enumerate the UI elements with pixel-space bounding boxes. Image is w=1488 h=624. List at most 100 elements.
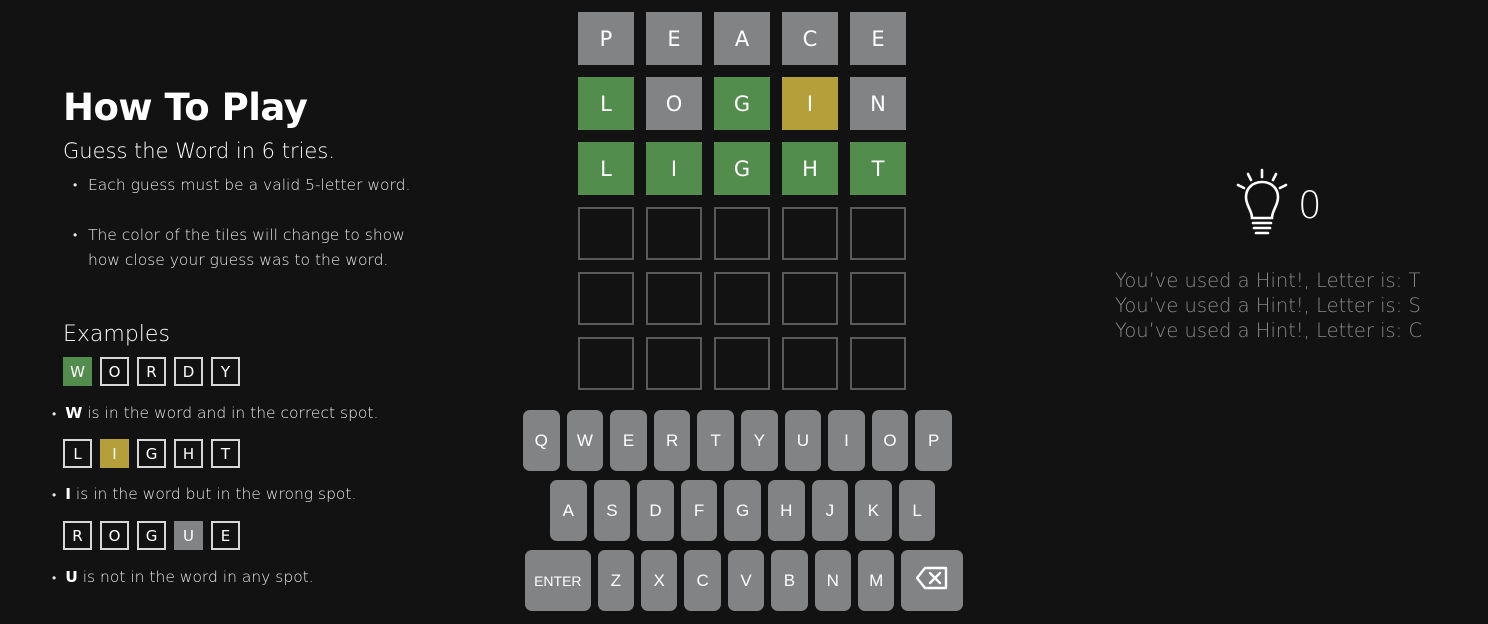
example-tile: O <box>100 521 129 550</box>
board-tile <box>850 337 906 390</box>
how-to-play-title: How To Play <box>63 86 308 129</box>
board-tile <box>714 207 770 260</box>
hint-log-entry: You’ve used a Hint!, Letter is: S <box>1115 294 1421 317</box>
board-row <box>578 337 906 390</box>
board-row: PEACE <box>578 12 906 65</box>
board-tile: O <box>646 77 702 130</box>
board-tile <box>714 272 770 325</box>
key-z[interactable]: Z <box>597 550 635 611</box>
example-tile: G <box>137 521 166 550</box>
enter-key[interactable]: ENTER <box>525 550 591 611</box>
key-s[interactable]: S <box>593 480 631 541</box>
example-tile: T <box>211 439 240 468</box>
example-tile: Y <box>211 357 240 386</box>
how-to-play-panel: How To Play Guess the Word in 6 tries. E… <box>63 86 443 273</box>
key-a[interactable]: A <box>550 480 587 541</box>
board-tile: I <box>646 142 702 195</box>
example-desc-correct: • W is in the word and in the correct spo… <box>52 404 379 422</box>
board-row <box>578 272 906 325</box>
key-j[interactable]: J <box>811 480 849 541</box>
board-tile: C <box>782 12 838 65</box>
example-key-letter: I <box>65 485 71 503</box>
example-desc-present: • I is in the word but in the wrong spot. <box>52 485 357 503</box>
board-tile: G <box>714 142 770 195</box>
backspace-key[interactable] <box>901 550 964 611</box>
keyboard-row: ASDFGHJKL <box>550 480 963 541</box>
how-to-play-subtitle: Guess the Word in 6 tries. <box>63 139 335 163</box>
key-d[interactable]: D <box>637 480 674 541</box>
key-f[interactable]: F <box>680 480 718 541</box>
key-q[interactable]: Q <box>523 410 560 471</box>
example-tile: O <box>100 357 129 386</box>
board-row: LOGIN <box>578 77 906 130</box>
key-h[interactable]: H <box>767 480 805 541</box>
key-u[interactable]: U <box>784 410 822 471</box>
key-g[interactable]: G <box>724 480 761 541</box>
example-tile: E <box>211 521 240 550</box>
key-o[interactable]: O <box>871 410 909 471</box>
key-p[interactable]: P <box>915 410 952 471</box>
key-c[interactable]: C <box>684 550 721 611</box>
key-y[interactable]: Y <box>740 410 778 471</box>
example-tile: I <box>100 439 129 468</box>
board-tile <box>850 272 906 325</box>
board-tile: L <box>578 77 634 130</box>
hint-log-entry: You’ve used a Hint!, Letter is: T <box>1115 269 1421 292</box>
board-tile <box>578 337 634 390</box>
key-v[interactable]: V <box>727 550 765 611</box>
keyboard-row: ENTER Z X C V B N M <box>525 550 964 611</box>
board-tile <box>782 207 838 260</box>
rule-item: Each guess must be a valid 5-letter word… <box>73 173 428 198</box>
board-row <box>578 207 906 260</box>
board-tile <box>646 337 702 390</box>
example-key-letter: W <box>65 404 83 422</box>
example-row-absent: ROGUE <box>63 521 240 550</box>
example-text: is in the word and in the correct spot. <box>87 404 379 422</box>
hint-count: 0 <box>1298 183 1322 227</box>
example-tile: R <box>63 521 92 550</box>
board-tile <box>578 272 634 325</box>
keyboard-row: QWERTYUIOP <box>523 410 963 471</box>
board-tile: G <box>714 77 770 130</box>
example-tile: G <box>137 439 166 468</box>
example-row-correct: WORDY <box>63 357 240 386</box>
key-e[interactable]: E <box>610 410 647 471</box>
key-r[interactable]: R <box>653 410 691 471</box>
lightbulb-icon[interactable] <box>1236 168 1288 242</box>
rule-item: The color of the tiles will change to sh… <box>73 223 428 273</box>
key-l[interactable]: L <box>898 480 936 541</box>
example-tile: W <box>63 357 92 386</box>
example-text: is not in the word in any spot. <box>82 568 314 586</box>
example-row-present: LIGHT <box>63 439 240 468</box>
key-n[interactable]: N <box>814 550 851 611</box>
board-tile <box>782 272 838 325</box>
board-tile: P <box>578 12 634 65</box>
key-w[interactable]: W <box>566 410 604 471</box>
key-i[interactable]: I <box>828 410 865 471</box>
rules-list: Each guess must be a valid 5-letter word… <box>63 173 443 273</box>
board-tile <box>646 207 702 260</box>
board-tile: H <box>782 142 838 195</box>
board-tile <box>782 337 838 390</box>
hint-area: 0 <box>1236 168 1322 242</box>
game-board: PEACELOGINLIGHT <box>578 12 906 402</box>
key-b[interactable]: B <box>771 550 808 611</box>
board-tile <box>646 272 702 325</box>
examples-title: Examples <box>63 322 170 347</box>
key-m[interactable]: M <box>857 550 895 611</box>
key-t[interactable]: T <box>697 410 734 471</box>
board-tile <box>578 207 634 260</box>
example-key-letter: U <box>65 568 78 586</box>
hint-log-entry: You’ve used a Hint!, Letter is: C <box>1115 319 1423 342</box>
example-tile: H <box>174 439 203 468</box>
board-tile: T <box>850 142 906 195</box>
example-desc-absent: • U is not in the word in any spot. <box>52 568 314 586</box>
example-tile: L <box>63 439 92 468</box>
backspace-icon <box>915 566 949 595</box>
key-x[interactable]: X <box>641 550 678 611</box>
board-row: LIGHT <box>578 142 906 195</box>
example-tile: D <box>174 357 203 386</box>
board-tile: A <box>714 12 770 65</box>
board-tile: E <box>850 12 906 65</box>
key-k[interactable]: K <box>855 480 892 541</box>
